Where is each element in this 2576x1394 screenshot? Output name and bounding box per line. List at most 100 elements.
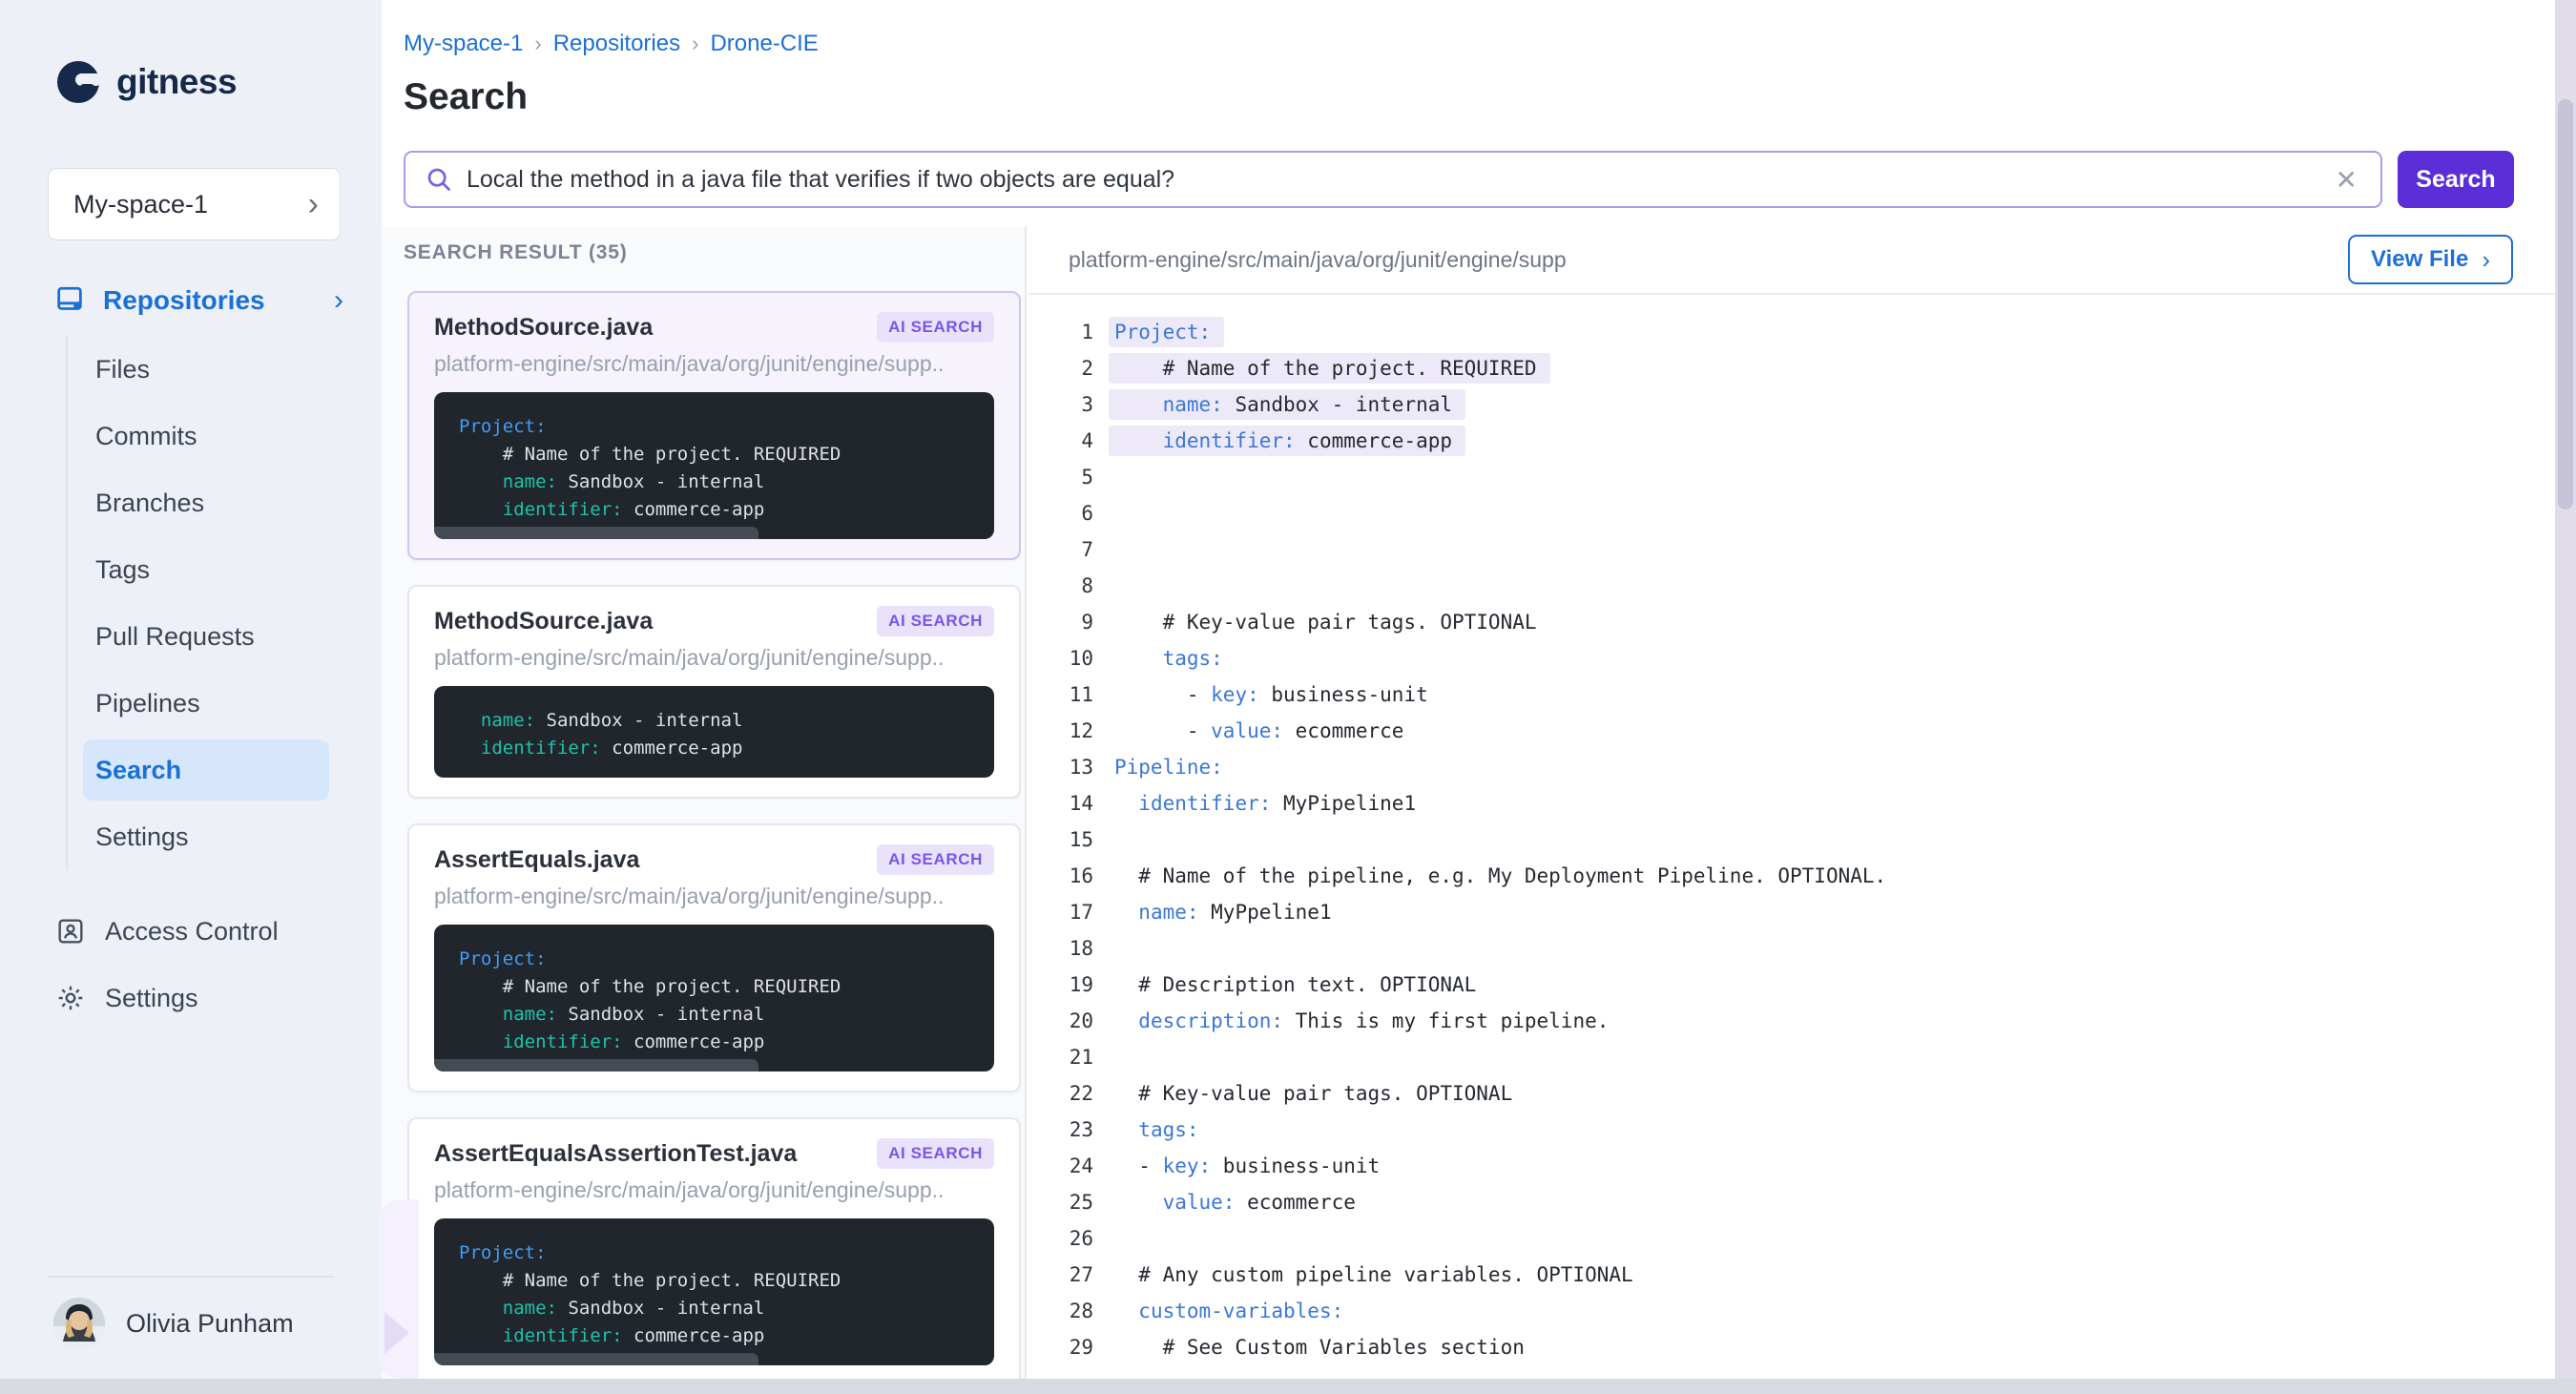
search-input[interactable] [467, 166, 2332, 194]
line-content: name: MyPpeline1 [1114, 901, 1332, 924]
line-content: - key: business-unit [1114, 1155, 1380, 1177]
sidebar-item-files[interactable]: Files [68, 336, 343, 403]
code-line: 4 identifier: commerce-app [1028, 423, 2555, 459]
line-number: 27 [1028, 1263, 1093, 1286]
line-number: 23 [1028, 1118, 1093, 1141]
line-number: 12 [1028, 719, 1093, 742]
result-file-name: MethodSource.java [434, 314, 653, 342]
code-snippet-line: Project: [459, 946, 969, 973]
line-number: 6 [1028, 502, 1093, 525]
breadcrumb: My-space-1 › Repositories › Drone-CIE [404, 31, 819, 57]
line-content: name: Sandbox - internal [1114, 393, 1465, 416]
breadcrumb-separator: › [523, 31, 552, 56]
search-button[interactable]: Search [2398, 151, 2514, 208]
line-content: Project: [1114, 321, 1224, 343]
ai-search-badge: AI SEARCH [877, 312, 994, 343]
result-card-header: AssertEqualsAssertionTest.javaAI SEARCH [434, 1138, 994, 1169]
line-number: 4 [1028, 429, 1093, 452]
results-list: MethodSource.javaAI SEARCHplatform-engin… [407, 291, 1021, 1379]
result-card[interactable]: AssertEquals.javaAI SEARCHplatform-engin… [407, 823, 1021, 1092]
line-content: # Any custom pipeline variables. OPTIONA… [1114, 1263, 1633, 1286]
sidebar-item-pull-requests[interactable]: Pull Requests [68, 603, 343, 670]
line-number: 26 [1028, 1227, 1093, 1250]
result-card-header: MethodSource.javaAI SEARCH [434, 606, 994, 636]
view-file-button[interactable]: View File › [2348, 235, 2513, 284]
sidebar-item-tags[interactable]: Tags [68, 536, 343, 603]
space-selector[interactable]: My-space-1 › [48, 168, 341, 240]
sidebar-item-commits[interactable]: Commits [68, 403, 343, 469]
result-card[interactable]: MethodSource.javaAI SEARCHplatform-engin… [407, 291, 1021, 560]
repo-subnav: FilesCommitsBranchesTagsPull RequestsPip… [66, 336, 343, 870]
user-profile[interactable]: Olivia Punham [53, 1298, 294, 1349]
gitness-logo-icon [55, 59, 101, 105]
line-number: 20 [1028, 1009, 1093, 1032]
sidebar-item-search[interactable]: Search [83, 739, 329, 801]
repository-icon [53, 284, 86, 317]
code-line: 27 # Any custom pipeline variables. OPTI… [1028, 1257, 2555, 1293]
result-card[interactable]: AssertEqualsAssertionTest.javaAI SEARCHp… [407, 1117, 1021, 1379]
sidebar-item-branches[interactable]: Branches [68, 469, 343, 536]
line-number: 13 [1028, 756, 1093, 779]
user-name: Olivia Punham [126, 1309, 294, 1339]
sidebar-item-settings[interactable]: Settings [68, 803, 343, 870]
gitness-logo[interactable]: gitness [55, 59, 237, 105]
breadcrumb-link-repo[interactable]: Drone-CIE [710, 31, 818, 57]
code-line: 24 - key: business-unit [1028, 1148, 2555, 1184]
code-line: 8 [1028, 568, 2555, 604]
result-code-snippet: Project: # Name of the project. REQUIRED… [434, 392, 994, 539]
line-number: 17 [1028, 901, 1093, 924]
line-content: value: ecommerce [1114, 1191, 1356, 1214]
horizontal-scrollbar[interactable] [0, 1379, 2576, 1394]
result-card[interactable]: MethodSource.javaAI SEARCHplatform-engin… [407, 585, 1021, 799]
snippet-hscrollbar-thumb[interactable] [434, 527, 758, 539]
search-input-wrap: ✕ [404, 151, 2382, 208]
sidebar-item-pipelines[interactable]: Pipelines [68, 670, 343, 737]
access-control-icon [55, 916, 86, 947]
code-snippet-line: name: Sandbox - internal [459, 468, 969, 496]
code-snippet-line: name: Sandbox - internal [459, 1001, 969, 1029]
result-code-snippet: Project: # Name of the project. REQUIRED… [434, 925, 994, 1072]
line-number: 25 [1028, 1191, 1093, 1214]
code-line: 11 - key: business-unit [1028, 676, 2555, 713]
code-snippet-line: name: Sandbox - internal [459, 707, 969, 735]
code-line: 13Pipeline: [1028, 749, 2555, 785]
line-number: 5 [1028, 466, 1093, 489]
vertical-scrollbar[interactable] [2555, 0, 2576, 1379]
line-content: # Description text. OPTIONAL [1114, 973, 1476, 996]
file-viewer-header: platform-engine/src/main/java/org/junit/… [1028, 226, 2555, 295]
page-title: Search [404, 76, 528, 118]
line-number: 11 [1028, 683, 1093, 706]
line-content: tags: [1114, 1118, 1199, 1141]
line-content: # Name of the pipeline, e.g. My Deployme… [1114, 864, 1886, 887]
sidebar-item-repositories[interactable]: Repositories › [53, 284, 343, 317]
snippet-hscrollbar-thumb[interactable] [434, 1059, 758, 1072]
breadcrumb-link-repositories[interactable]: Repositories [553, 31, 680, 57]
line-number: 22 [1028, 1082, 1093, 1105]
code-line: 9 # Key-value pair tags. OPTIONAL [1028, 604, 2555, 640]
code-line: 7 [1028, 531, 2555, 568]
breadcrumb-link-space[interactable]: My-space-1 [404, 31, 523, 57]
code-line: 17 name: MyPpeline1 [1028, 894, 2555, 930]
line-content: - key: business-unit [1114, 683, 1428, 706]
result-card-header: AssertEquals.javaAI SEARCH [434, 844, 994, 875]
code-line: 2 # Name of the project. REQUIRED [1028, 350, 2555, 386]
line-number: 29 [1028, 1336, 1093, 1359]
vertical-scrollbar-thumb[interactable] [2558, 99, 2573, 510]
line-number: 16 [1028, 864, 1093, 887]
line-number: 19 [1028, 973, 1093, 996]
app-window: gitness My-space-1 › Repositories › File… [0, 0, 2576, 1394]
sidebar-item-settings[interactable]: Settings [55, 983, 198, 1013]
ai-search-badge: AI SEARCH [877, 606, 994, 636]
line-number: 18 [1028, 937, 1093, 960]
line-number: 14 [1028, 792, 1093, 815]
line-number: 28 [1028, 1300, 1093, 1322]
line-number: 2 [1028, 357, 1093, 380]
code-line: 12 - value: ecommerce [1028, 713, 2555, 749]
highlighted-line: Project: [1109, 317, 1224, 347]
line-content: tags: [1114, 647, 1223, 670]
code-line: 25 value: ecommerce [1028, 1184, 2555, 1220]
clear-search-icon[interactable]: ✕ [2332, 164, 2361, 196]
sidebar-item-access-control[interactable]: Access Control [55, 916, 279, 947]
line-content: identifier: commerce-app [1114, 429, 1465, 452]
snippet-hscrollbar-thumb[interactable] [434, 1353, 758, 1365]
